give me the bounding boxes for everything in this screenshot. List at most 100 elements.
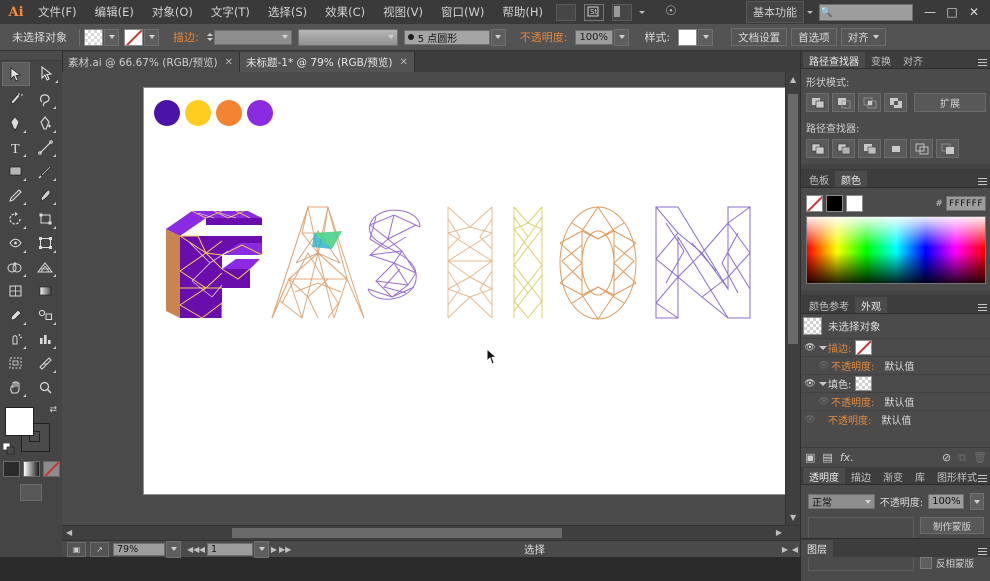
stock-button[interactable]: St	[583, 3, 604, 21]
invert-mask-checkbox-row[interactable]: 反相蒙版	[920, 556, 984, 570]
blend-mode-combo[interactable]: 正常	[808, 494, 875, 509]
menu-effect[interactable]: 效果(C)	[316, 2, 374, 22]
fill-dropdown-button[interactable]	[104, 28, 119, 46]
next-artboard-icon[interactable]: ▶	[269, 545, 279, 554]
appearance-row-fill-opacity[interactable]: 👁 不透明度: 默认值	[801, 392, 990, 410]
slice-tool[interactable]	[32, 352, 58, 374]
swatch-yellow[interactable]	[185, 100, 211, 126]
tab-stroke[interactable]: 描边	[845, 468, 877, 484]
gradient-tool[interactable]	[32, 280, 58, 302]
canvas-area[interactable]: ▲ ▼ ◀ ▶	[62, 72, 800, 540]
eyedropper-tool[interactable]	[2, 304, 28, 326]
appearance-row-fill[interactable]: 👁 填色:	[801, 374, 990, 392]
pencil-tool[interactable]	[2, 184, 28, 206]
minimize-button[interactable]: —	[919, 3, 941, 21]
panel-menu-icon[interactable]	[976, 470, 988, 480]
make-mask-button[interactable]: 制作蒙版	[920, 517, 984, 534]
tab-gradient[interactable]: 渐变	[877, 468, 909, 484]
invert-mask-checkbox[interactable]	[920, 557, 932, 569]
bridge-button[interactable]	[555, 3, 576, 21]
direct-selection-tool[interactable]	[34, 62, 60, 84]
width-tool[interactable]	[2, 232, 28, 254]
transparency-opacity-field[interactable]: 100%	[928, 494, 965, 509]
eye-icon[interactable]: 👁	[803, 379, 817, 389]
swatch-orange[interactable]	[216, 100, 242, 126]
duplicate-item-icon[interactable]: ⧉	[958, 451, 966, 465]
menu-type[interactable]: 文字(T)	[202, 2, 259, 22]
status-menu-icon[interactable]: ▶	[780, 545, 790, 554]
menu-view[interactable]: 视图(V)	[374, 2, 432, 22]
workspace-chevron-down-icon[interactable]	[807, 10, 813, 14]
opacity-dropdown-button[interactable]	[614, 28, 630, 46]
tab-swatches[interactable]: 色板	[803, 171, 835, 187]
rotate-tool[interactable]	[2, 208, 28, 230]
tab-appearance[interactable]: 外观	[855, 297, 887, 313]
type-tool[interactable]: T	[2, 136, 28, 158]
free-transform-tool[interactable]	[32, 232, 58, 254]
color-black-swatch[interactable]	[826, 195, 843, 212]
blend-tool[interactable]	[32, 304, 58, 326]
menu-file[interactable]: 文件(F)	[29, 2, 86, 22]
width-profile-dropdown-button[interactable]	[490, 28, 506, 46]
zoom-tool[interactable]	[32, 376, 58, 398]
prev-artboard-icon[interactable]: ◀	[197, 545, 207, 554]
artboard[interactable]	[144, 88, 790, 494]
swap-fill-stroke-icon[interactable]: ⇄	[49, 405, 57, 415]
unite-icon[interactable]	[806, 93, 829, 112]
menu-help[interactable]: 帮助(H)	[493, 2, 552, 22]
tab-align[interactable]: 对齐	[897, 52, 929, 68]
scroll-down-icon[interactable]: ▼	[790, 514, 796, 522]
fashion-artwork[interactable]	[162, 193, 772, 323]
swatch-purple[interactable]	[247, 100, 273, 126]
fill-color-swatch[interactable]	[84, 28, 103, 46]
magic-wand-tool[interactable]	[2, 88, 28, 110]
close-icon[interactable]: ✕	[399, 57, 407, 68]
minus-back-icon[interactable]	[936, 139, 959, 158]
selection-tool[interactable]	[2, 62, 30, 86]
hand-tool[interactable]	[2, 376, 28, 398]
none-fill-button[interactable]	[42, 461, 60, 477]
variable-width-profile-combo[interactable]: 5 点圆形	[403, 29, 490, 45]
close-button[interactable]: ✕	[963, 3, 985, 21]
document-tab-1[interactable]: 素材.ai @ 66.67% (RGB/预览) ✕	[62, 52, 240, 72]
screen-mode-button[interactable]	[20, 484, 42, 501]
stroke-swatch[interactable]	[855, 340, 873, 355]
perspective-grid-tool[interactable]	[32, 256, 58, 278]
search-input[interactable]: 🔍	[819, 3, 913, 21]
zoom-dropdown-button[interactable]	[166, 540, 181, 558]
fill-swatch[interactable]	[855, 376, 873, 391]
artboard-navigation-icon[interactable]: ▣	[67, 541, 86, 557]
line-segment-tool[interactable]	[32, 136, 58, 158]
scale-tool[interactable]	[32, 208, 58, 230]
menu-edit[interactable]: 编辑(E)	[86, 2, 143, 22]
add-new-effect-icon[interactable]: fx.	[840, 451, 854, 464]
paintbrush-tool[interactable]	[32, 160, 58, 182]
horizontal-scroll-thumb[interactable]	[232, 528, 562, 538]
add-new-fill-icon[interactable]: ▤	[822, 451, 832, 464]
panel-menu-icon[interactable]	[976, 173, 988, 183]
scroll-up-icon[interactable]: ▲	[790, 76, 796, 84]
tab-transform[interactable]: 变换	[865, 52, 897, 68]
stroke-dropdown-button[interactable]	[144, 28, 159, 46]
stroke-weight-stepper[interactable]	[206, 32, 213, 42]
symbol-sprayer-tool[interactable]	[2, 328, 28, 350]
scroll-left-icon[interactable]: ◀	[66, 529, 72, 537]
add-new-stroke-icon[interactable]: ▣	[805, 451, 815, 464]
chevron-down-icon[interactable]	[817, 345, 828, 350]
expand-button[interactable]: 扩展	[914, 93, 986, 112]
status-resize-icon[interactable]: ◀	[790, 545, 800, 554]
canvas-horizontal-scrollbar[interactable]: ◀ ▶	[62, 525, 800, 540]
appearance-row-object-opacity[interactable]: 👁 不透明度: 默认值	[801, 410, 990, 428]
document-tab-2[interactable]: 未标题-1* @ 79% (RGB/预览) ✕	[240, 52, 415, 72]
divide-icon[interactable]	[806, 139, 829, 158]
document-setup-button[interactable]: 文档设置	[731, 28, 788, 46]
hex-field[interactable]: FFFFFF	[945, 196, 986, 211]
opacity-field[interactable]: 100%	[575, 29, 614, 45]
color-white-swatch[interactable]	[846, 195, 863, 212]
swatch-dark-purple[interactable]	[154, 100, 180, 126]
default-fill-stroke-icon[interactable]	[2, 442, 15, 455]
tab-transparency[interactable]: 透明度	[803, 468, 845, 484]
zoom-level-field[interactable]: 79%	[113, 542, 165, 556]
color-none-swatch[interactable]	[806, 195, 823, 212]
menu-object[interactable]: 对象(O)	[143, 2, 202, 22]
